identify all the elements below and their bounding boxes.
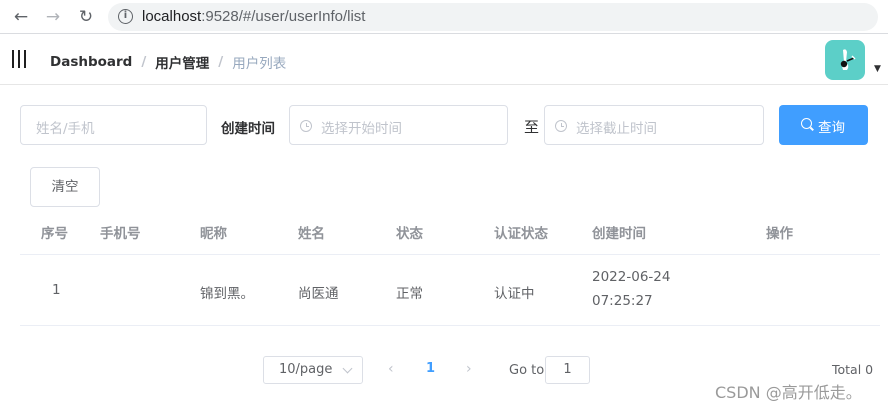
breadcrumb-separator: / bbox=[218, 54, 224, 70]
breadcrumb-separator: / bbox=[141, 54, 147, 70]
goto-page-input[interactable]: 1 bbox=[545, 356, 590, 384]
page-number-current[interactable]: 1 bbox=[426, 361, 435, 376]
clear-button[interactable]: 清空 bbox=[30, 167, 100, 207]
table-header-divider bbox=[20, 254, 880, 255]
column-header-created-time: 创建时间 bbox=[592, 226, 646, 242]
breadcrumb-user-list: 用户列表 bbox=[232, 56, 287, 72]
page-size-select[interactable]: 10/page bbox=[263, 356, 363, 384]
column-header-nickname: 昵称 bbox=[200, 226, 227, 242]
column-header-index: 序号 bbox=[41, 226, 68, 242]
column-header-status: 状态 bbox=[396, 226, 423, 242]
url-text[interactable]: localhost:9528/#/user/userInfo/list bbox=[142, 8, 365, 25]
clock-icon bbox=[555, 120, 567, 132]
breadcrumb: Dashboard / 用户管理 / 用户列表 bbox=[50, 52, 286, 72]
goto-label: Go to bbox=[509, 363, 545, 378]
cell-name: 尚医通 bbox=[298, 286, 339, 302]
column-header-auth-status: 认证状态 bbox=[494, 226, 548, 242]
column-header-phone: 手机号 bbox=[100, 226, 141, 242]
cell-nickname: 锦到黑。 bbox=[200, 286, 254, 302]
reload-icon[interactable]: ↻ bbox=[75, 6, 97, 28]
end-date-picker[interactable]: 选择截止时间 bbox=[544, 105, 764, 145]
total-count: Total 0 bbox=[832, 362, 874, 377]
range-separator-label: 至 bbox=[524, 118, 540, 136]
prev-page-button[interactable]: ‹ bbox=[388, 361, 394, 377]
avatar[interactable] bbox=[825, 40, 865, 80]
chevron-down-icon bbox=[342, 363, 353, 374]
column-header-actions: 操作 bbox=[766, 226, 793, 242]
watermark: CSDN @高开低走。 bbox=[715, 383, 862, 402]
cell-status: 正常 bbox=[396, 286, 423, 302]
caret-down-icon[interactable]: ▼ bbox=[874, 64, 881, 74]
cell-created-time: 07:25:27 bbox=[592, 293, 653, 309]
breadcrumb-dashboard[interactable]: Dashboard bbox=[50, 54, 132, 70]
start-date-picker[interactable]: 选择开始时间 bbox=[289, 105, 508, 145]
search-icon bbox=[801, 118, 812, 129]
created-time-label: 创建时间 bbox=[221, 121, 275, 137]
forward-arrow-icon[interactable]: → bbox=[42, 6, 64, 28]
cell-auth-status: 认证中 bbox=[494, 286, 535, 302]
cell-created-date: 2022-06-24 bbox=[592, 269, 671, 285]
clock-icon bbox=[300, 120, 312, 132]
address-bar[interactable]: i localhost:9528/#/user/userInfo/list bbox=[108, 3, 878, 31]
hamburger-icon[interactable] bbox=[12, 50, 28, 68]
query-button[interactable]: 查询 bbox=[779, 105, 868, 145]
name-phone-input[interactable]: 姓名/手机 bbox=[20, 105, 207, 145]
table-row-divider bbox=[20, 325, 880, 326]
cell-index: 1 bbox=[52, 282, 61, 298]
browser-toolbar: ← → ↻ i localhost:9528/#/user/userInfo/l… bbox=[0, 0, 888, 34]
column-header-name: 姓名 bbox=[298, 226, 325, 242]
back-arrow-icon[interactable]: ← bbox=[10, 6, 32, 28]
next-page-button[interactable]: › bbox=[466, 361, 472, 377]
app-navbar: Dashboard / 用户管理 / 用户列表 bbox=[0, 35, 888, 85]
breadcrumb-user-management[interactable]: 用户管理 bbox=[155, 52, 209, 72]
info-icon[interactable]: i bbox=[118, 9, 133, 24]
